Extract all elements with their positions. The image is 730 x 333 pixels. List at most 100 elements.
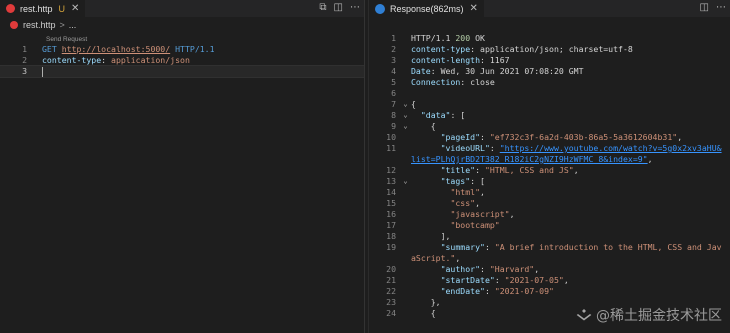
breadcrumb-file[interactable]: rest.http [23, 20, 56, 30]
code-line[interactable]: 7 ⌄{ [369, 99, 730, 110]
code-line[interactable]: 22 "endDate": "2021-07-09" [369, 286, 730, 297]
breadcrumb-more[interactable]: ... [69, 20, 77, 30]
open-changes-icon[interactable]: ⧉ [319, 2, 326, 13]
code-token: , [534, 264, 540, 274]
request-editor-pane: rest.http U ✕ ⧉ ◫ ⋯ rest.http > ... Send… [0, 0, 364, 333]
code-line[interactable]: 20 "author": "Harvard", [369, 264, 730, 275]
juejin-logo-icon [576, 309, 592, 321]
code-line[interactable]: 4 Date: Wed, 30 Jun 2021 07:08:20 GMT [369, 66, 730, 77]
request-code[interactable]: 1 GET http://localhost:5000/ HTTP/1.1 2 con… [0, 44, 364, 78]
line-text: Date: Wed, 30 Jun 2021 07:08:20 GMT [411, 66, 730, 77]
code-token: : close [460, 77, 495, 87]
close-icon[interactable]: ✕ [71, 3, 79, 14]
fold-gutter [400, 308, 411, 319]
code-line[interactable]: 3 [0, 65, 364, 78]
code-token[interactable]: http://localhost:5000/ [62, 44, 170, 54]
line-number: 14 [386, 187, 396, 197]
code-token: "startDate" [440, 275, 495, 285]
fold-chevron-icon[interactable]: ⌄ [400, 99, 411, 110]
fold-gutter [400, 231, 411, 242]
split-editor-icon[interactable]: ◫ [700, 2, 709, 13]
code-token: "ef732c3f-6a2d-403b-86a5-5a3612604b31" [489, 132, 678, 142]
fold-chevron-icon[interactable]: ⌄ [400, 176, 411, 187]
code-token: : [ [470, 176, 485, 186]
line-text: list=PLhQjrBD2T382_R182iC2gNZI9HzWFMC_8&… [411, 154, 730, 165]
code-token: "tags" [440, 176, 471, 186]
line-number: 21 [386, 275, 396, 285]
fold-gutter [400, 264, 411, 275]
close-icon[interactable]: ✕ [470, 3, 478, 14]
response-code[interactable]: 1 HTTP/1.1 200 OK 2 content-type: applicati… [369, 33, 730, 319]
line-text: "startDate": "2021-07-05", [411, 275, 730, 286]
code-line[interactable]: 18 ], [369, 231, 730, 242]
fold-gutter [400, 198, 411, 209]
text-cursor [42, 66, 43, 77]
code-token: , [677, 132, 683, 142]
code-token: : [480, 132, 490, 142]
fold-chevron-icon[interactable]: ⌄ [400, 110, 411, 121]
line-number: 7 [391, 99, 396, 109]
send-request-codelens[interactable]: Send Request [46, 36, 87, 43]
fold-gutter [400, 154, 411, 165]
code-line[interactable]: 15 "css", [369, 198, 730, 209]
code-token: aScript." [411, 253, 456, 263]
line-text: "html", [411, 187, 730, 198]
code-line[interactable]: 19 "summary": "A brief introduction to t… [369, 242, 730, 253]
more-actions-icon[interactable]: ⋯ [350, 2, 360, 13]
code-line[interactable]: 10 "pageId": "ef732c3f-6a2d-403b-86a5-5a… [369, 132, 730, 143]
tab-response[interactable]: Response(862ms) ✕ [369, 0, 484, 17]
code-line[interactable]: 5 Connection: close [369, 77, 730, 88]
fold-gutter [400, 297, 411, 308]
fold-gutter [400, 253, 411, 264]
split-editor-icon[interactable]: ◫ [334, 2, 343, 13]
line-number: 4 [391, 66, 396, 76]
line-text: content-type: application/json; charset=… [411, 44, 730, 55]
fold-gutter [400, 44, 411, 55]
code-line[interactable]: 12 "title": "HTML, CSS and JS", [369, 165, 730, 176]
fold-chevron-icon[interactable]: ⌄ [400, 121, 411, 132]
code-token[interactable]: "https://www.youtube.com/watch?v=5g0x2xv… [500, 143, 722, 153]
code-token: "summary" [440, 242, 485, 252]
code-line[interactable]: list=PLhQjrBD2T382_R182iC2gNZI9HzWFMC_8&… [369, 154, 730, 165]
fold-gutter [400, 220, 411, 231]
breadcrumb: rest.http > ... [0, 17, 364, 33]
line-text: aScript.", [411, 253, 730, 264]
code-line[interactable]: 8 ⌄ "data": [ [369, 110, 730, 121]
code-line[interactable]: 1 GET http://localhost:5000/ HTTP/1.1 [0, 44, 364, 55]
code-token: "author" [440, 264, 481, 274]
line-text: "pageId": "ef732c3f-6a2d-403b-86a5-5a361… [411, 132, 730, 143]
code-line[interactable]: 21 "startDate": "2021-07-05", [369, 275, 730, 286]
code-line[interactable]: 16 "javascript", [369, 209, 730, 220]
code-line[interactable]: 17 "bootcamp" [369, 220, 730, 231]
code-line[interactable]: 13 ⌄ "tags": [ [369, 176, 730, 187]
code-line[interactable]: 1 HTTP/1.1 200 OK [369, 33, 730, 44]
code-line[interactable]: 6 [369, 88, 730, 99]
code-line[interactable]: 2 content-type: application/json [0, 55, 364, 66]
code-token: : [101, 55, 112, 65]
fold-gutter [400, 286, 411, 297]
code-line[interactable]: 14 "html", [369, 187, 730, 198]
code-line[interactable]: 3 content-length: 1167 [369, 55, 730, 66]
fold-gutter [400, 88, 411, 99]
code-line[interactable]: 9 ⌄ { [369, 121, 730, 132]
code-token: "Harvard" [489, 264, 535, 274]
code-token: : application/json; charset=utf-8 [470, 44, 633, 54]
line-number: 12 [386, 165, 396, 175]
code-line[interactable]: 2 content-type: application/json; charset… [369, 44, 730, 55]
code-line[interactable]: aScript.", [369, 253, 730, 264]
line-text: "javascript", [411, 209, 730, 220]
line-number: 19 [386, 242, 396, 252]
line-number: 6 [391, 88, 396, 98]
more-actions-icon[interactable]: ⋯ [716, 2, 726, 13]
code-line[interactable]: 11 "videoURL": "https://www.youtube.com/… [369, 143, 730, 154]
code-token: "pageId" [440, 132, 481, 142]
watermark: @稀土掘金技术社区 [576, 305, 722, 325]
tab-rest-http[interactable]: rest.http U ✕ [0, 0, 86, 17]
line-text: HTTP/1.1 200 OK [411, 33, 730, 44]
code-token[interactable]: list=PLhQjrBD2T382_R182iC2gNZI9HzWFMC_8&… [411, 154, 648, 164]
